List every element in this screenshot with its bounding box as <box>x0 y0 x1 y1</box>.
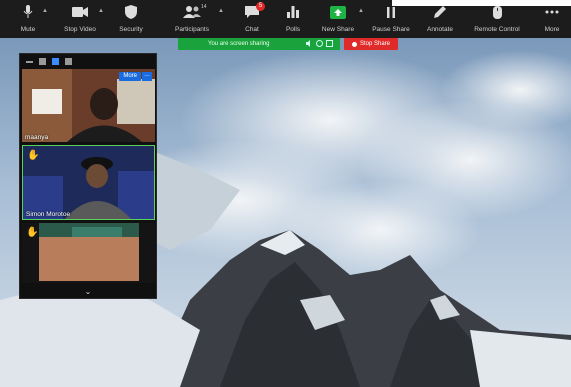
participant-video <box>23 146 154 219</box>
stop-share-label: Stop Share <box>359 41 391 47</box>
remote-control-label: Remote Control <box>474 26 520 33</box>
video-tile-active-speaker[interactable]: ✋ Simon Morotoe <box>22 145 155 220</box>
top-white-strip <box>392 0 571 6</box>
video-camera-icon <box>69 3 91 21</box>
bar-chart-icon <box>282 3 304 21</box>
minimize-icon[interactable] <box>26 60 33 63</box>
polls-label: Polls <box>285 26 301 33</box>
pause-small-icon[interactable] <box>316 40 323 47</box>
microphone-icon <box>17 3 39 21</box>
chat-button[interactable]: 5 Chat <box>240 2 265 37</box>
participant-name: Simon Morotoe <box>26 211 71 218</box>
mute-options-caret-icon[interactable]: ▲ <box>42 8 48 14</box>
chat-unread-badge: 5 <box>256 2 265 11</box>
video-tile[interactable]: More … maanya <box>22 69 155 142</box>
more-button[interactable]: More <box>540 3 564 37</box>
participants-icon: 14 <box>181 3 207 21</box>
pause-share-label: Pause Share <box>372 26 410 33</box>
pause-share-button[interactable]: Pause Share <box>371 3 411 37</box>
participants-options-caret-icon[interactable]: ▲ <box>218 8 224 14</box>
polls-button[interactable]: Polls <box>281 3 305 37</box>
raised-hand-icon: ✋ <box>27 150 40 161</box>
tile-options-icon[interactable]: … <box>142 72 152 81</box>
sharing-status-pill[interactable]: You are screen sharing <box>178 38 340 50</box>
screen-sharing-bar: You are screen sharing Stop Share <box>178 38 398 50</box>
audio-icon[interactable] <box>306 40 313 47</box>
scroll-down-chevron-icon[interactable]: ⌄ <box>20 284 156 298</box>
participants-button[interactable]: 14 Participants <box>172 3 212 37</box>
security-label: Security <box>119 26 143 33</box>
speaker-view-icon[interactable] <box>39 58 46 65</box>
annotate-button[interactable]: Annotate <box>424 3 456 37</box>
participants-label: Participants <box>175 26 209 33</box>
share-screen-icon <box>327 3 349 21</box>
participant-name: maanya <box>25 134 49 141</box>
new-share-button[interactable]: New Share <box>320 3 356 37</box>
stop-share-icon <box>351 41 357 47</box>
new-share-label: New Share <box>321 26 355 33</box>
gallery-view-controls <box>20 54 156 69</box>
strip-view-icon[interactable] <box>52 58 59 65</box>
security-button[interactable]: Security <box>116 3 146 37</box>
options-small-icon[interactable] <box>326 40 333 47</box>
video-gallery-panel: More … maanya ✋ Simon Morotoe ✋ ⌄ <box>19 53 157 299</box>
remote-control-button[interactable]: Remote Control <box>472 3 522 37</box>
chat-label: Chat <box>245 26 259 33</box>
video-options-caret-icon[interactable]: ▲ <box>98 8 104 14</box>
mute-label: Mute <box>20 26 36 33</box>
stop-video-button[interactable]: Stop Video <box>62 3 98 37</box>
stop-share-button[interactable]: Stop Share <box>344 38 398 50</box>
participant-video <box>22 223 155 283</box>
chat-bubble-icon: 5 <box>241 2 265 21</box>
raised-hand-icon: ✋ <box>26 227 39 238</box>
share-options-caret-icon[interactable]: ▲ <box>358 8 364 14</box>
annotate-label: Annotate <box>426 26 454 33</box>
stop-video-label: Stop Video <box>64 26 96 33</box>
shield-icon <box>120 3 142 21</box>
participants-count: 14 <box>201 4 207 10</box>
mute-button[interactable]: Mute <box>14 3 42 37</box>
gallery-view-icon[interactable] <box>65 58 72 65</box>
tile-more-button[interactable]: More <box>119 72 141 81</box>
more-label: More <box>544 26 560 33</box>
video-tile[interactable]: ✋ <box>22 223 155 283</box>
sharing-status-text: You are screen sharing <box>208 41 270 47</box>
